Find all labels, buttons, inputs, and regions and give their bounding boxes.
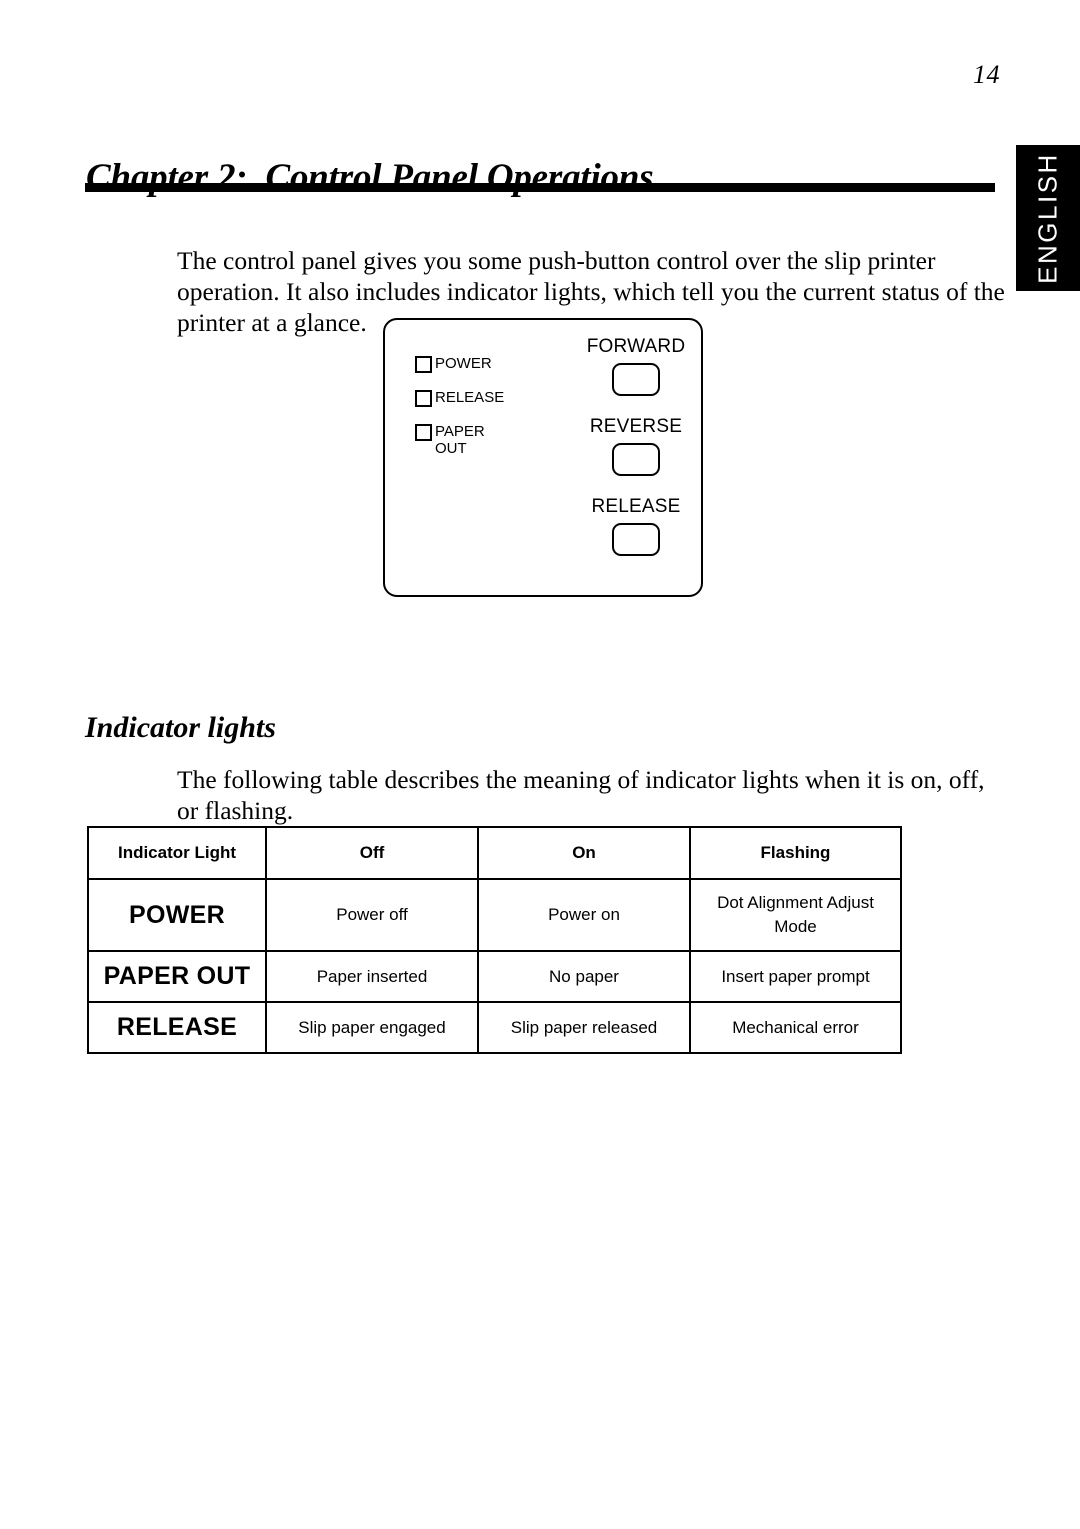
table-cell-off: Slip paper engaged [265,1001,479,1054]
table-row: POWER Power off Power on Dot Alignment A… [87,878,902,952]
led-square-icon [415,390,432,407]
forward-button[interactable] [612,363,660,396]
table-cell-on: No paper [477,950,691,1003]
section-heading: Indicator lights [85,710,276,744]
indicator-lights-table: Indicator Light Off On Flashing POWER Po… [87,826,902,1054]
panel-button-label: RELEASE [591,496,681,517]
table-row: RELEASE Slip paper engaged Slip paper re… [87,1001,902,1054]
indicator-light-release: RELEASE [415,389,565,407]
led-square-icon [415,424,432,441]
table-cell-flashing: Mechanical error [689,1001,902,1054]
indicator-light-power: POWER [415,355,565,373]
table-cell-on: Slip paper released [477,1001,691,1054]
panel-button-group-release: RELEASE [577,496,695,556]
chapter-title-rule [85,183,995,192]
indicator-light-label: PAPER OUT [435,423,485,457]
table-row-label: RELEASE [87,1001,267,1054]
table-row: PAPER OUT Paper inserted No paper Insert… [87,950,902,1003]
table-header-cell: Off [265,826,479,880]
reverse-button[interactable] [612,443,660,476]
control-panel-diagram: POWER RELEASE PAPER OUT FORWARD REVERSE … [383,318,703,597]
table-header-row: Indicator Light Off On Flashing [87,826,902,880]
panel-button-group-reverse: REVERSE [577,416,695,476]
indicator-light-label: POWER [435,355,492,372]
table-cell-flashing: Insert paper prompt [689,950,902,1003]
chapter-title: Chapter 2: Control Panel Operations [86,156,654,198]
indicator-light-list: POWER RELEASE PAPER OUT [415,355,565,473]
table-header-cell: Indicator Light [87,826,267,880]
panel-button-label: FORWARD [586,336,686,357]
led-square-icon [415,356,432,373]
language-side-tab: ENGLISH [1016,145,1080,291]
table-header-cell: Flashing [689,826,902,880]
table-cell-off: Paper inserted [265,950,479,1003]
panel-button-label: REVERSE [589,416,683,437]
table-row-label: POWER [87,878,267,952]
table-cell-on: Power on [477,878,691,952]
panel-button-column: FORWARD REVERSE RELEASE [577,336,695,576]
release-button[interactable] [612,523,660,556]
table-cell-flashing: Dot Alignment Adjust Mode [689,878,902,952]
language-side-tab-label: ENGLISH [1032,152,1063,284]
panel-button-group-forward: FORWARD [577,336,695,396]
table-header-cell: On [477,826,691,880]
indicator-light-paper-out: PAPER OUT [415,423,565,457]
table-cell-off: Power off [265,878,479,952]
page-number: 14 [973,60,1000,89]
table-row-label: PAPER OUT [87,950,267,1003]
section-paragraph: The following table describes the meanin… [177,764,985,825]
indicator-light-label: RELEASE [435,389,505,406]
